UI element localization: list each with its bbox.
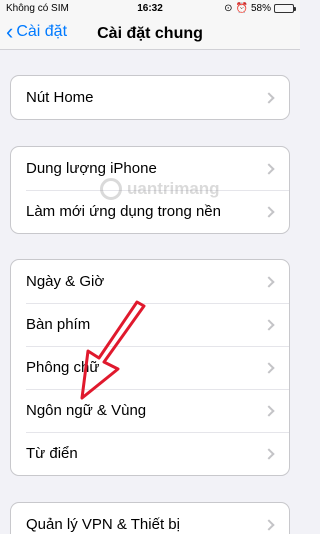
row-label: Phông chữ [26, 359, 100, 376]
chevron-right-icon [263, 361, 275, 374]
settings-group-home: Nút Home [10, 75, 290, 120]
battery-icon [274, 4, 296, 13]
row-label: Nút Home [26, 89, 94, 106]
settings-group-vpn: Quản lý VPN & Thiết bị [10, 502, 290, 534]
alarm-icon: ⏰ [235, 3, 248, 14]
row-dictionary[interactable]: Từ điển [11, 432, 289, 475]
row-label: Ngày & Giờ [26, 273, 105, 290]
chevron-right-icon [263, 404, 275, 417]
chevron-right-icon [263, 518, 275, 531]
row-fonts[interactable]: Phông chữ [11, 346, 289, 389]
row-language-region[interactable]: Ngôn ngữ & Vùng [11, 389, 289, 432]
chevron-right-icon [263, 318, 275, 331]
chevron-right-icon [263, 162, 275, 175]
row-label: Từ điển [26, 445, 78, 462]
chevron-right-icon [263, 275, 275, 288]
row-label: Ngôn ngữ & Vùng [26, 402, 147, 419]
settings-group-locale: Ngày & Giờ Bàn phím Phông chữ Ngôn ngữ &… [10, 259, 290, 476]
row-label: Làm mới ứng dụng trong nền [26, 203, 221, 220]
battery-percent: 58% [250, 3, 271, 14]
chevron-right-icon [263, 205, 275, 218]
lock-rotation-icon: ⊙ [224, 3, 233, 14]
row-label: Bàn phím [26, 316, 91, 333]
row-keyboard[interactable]: Bàn phím [11, 303, 289, 346]
chevron-right-icon [263, 447, 275, 460]
settings-group-storage: Dung lượng iPhone Làm mới ứng dụng trong… [10, 146, 290, 234]
row-date-time[interactable]: Ngày & Giờ [11, 260, 289, 303]
status-right-group: ⊙ ⏰ 58% [224, 3, 296, 14]
row-label: Quản lý VPN & Thiết bị [26, 516, 180, 533]
chevron-right-icon [263, 91, 275, 104]
row-iphone-storage[interactable]: Dung lượng iPhone [11, 147, 289, 190]
page-title: Cài đặt chung [97, 25, 203, 42]
status-bar: Không có SIM 16:32 ⊙ ⏰ 58% [0, 0, 300, 18]
row-background-refresh[interactable]: Làm mới ứng dụng trong nền [11, 190, 289, 233]
row-vpn-device-management[interactable]: Quản lý VPN & Thiết bị [11, 503, 289, 534]
row-home-button[interactable]: Nút Home [11, 76, 289, 119]
navigation-bar: ‹ Cài đặt Cài đặt chung [0, 18, 300, 50]
row-label: Dung lượng iPhone [26, 160, 157, 177]
